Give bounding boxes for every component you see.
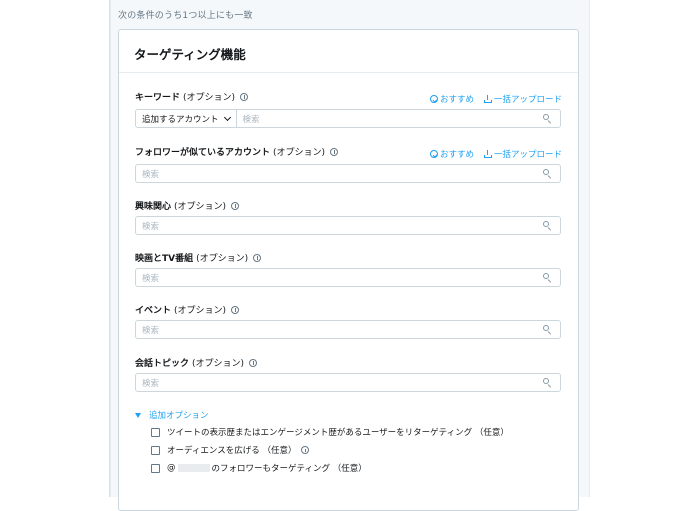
search-placeholder: 検索 <box>142 221 160 232</box>
interests-label: 興味関心 (オプション) <box>135 199 240 212</box>
info-icon[interactable] <box>240 92 249 101</box>
info-icon[interactable] <box>253 253 262 262</box>
search-icon <box>543 273 552 282</box>
info-icon[interactable] <box>231 201 240 210</box>
caret-down-icon <box>135 412 141 418</box>
handle-prefix: @ <box>167 463 176 473</box>
keyword-search-input[interactable]: 検索 <box>243 113 543 125</box>
interests-optional: (オプション) <box>174 202 227 212</box>
retarget-checkbox[interactable] <box>151 427 160 437</box>
follower-targeting-label: のフォロワーもターゲティング （任意） <box>211 464 367 474</box>
card-header: ターゲティング機能 <box>119 30 578 73</box>
events-label-text: イベント <box>135 306 172 316</box>
info-icon[interactable] <box>301 446 310 454</box>
search-icon <box>543 221 552 230</box>
search-icon <box>543 169 552 178</box>
recommend-label: おすすめ <box>439 150 474 160</box>
conversation-topics-search-input[interactable]: 検索 <box>135 373 561 392</box>
follower-actions: おすすめ 一括アップロード <box>429 148 562 160</box>
info-icon[interactable] <box>249 358 258 367</box>
left-divider <box>110 0 111 497</box>
follower-lookalike-optional: (オプション) <box>273 148 326 158</box>
keyword-label-text: キーワード <box>135 93 181 103</box>
info-icon[interactable] <box>330 147 339 156</box>
search-placeholder: 検索 <box>142 378 160 389</box>
right-divider <box>589 0 590 497</box>
conversation-topics-label-text: 会話トピック <box>135 359 190 369</box>
search-placeholder: 検索 <box>142 325 160 336</box>
interests-label-text: 興味関心 <box>135 202 172 212</box>
conversation-topics-optional: (オプション) <box>192 359 245 369</box>
expand-audience-option[interactable]: オーディエンスを広げる （任意） <box>151 444 310 456</box>
keyword-actions: おすすめ 一括アップロード <box>429 93 562 105</box>
search-icon <box>543 114 552 123</box>
keyword-recommend-link[interactable]: おすすめ <box>429 93 474 105</box>
additional-options-toggle[interactable]: 追加オプション <box>135 409 209 421</box>
recommend-icon <box>429 95 438 103</box>
info-icon[interactable] <box>231 305 240 314</box>
events-label: イベント (オプション) <box>135 303 240 316</box>
follower-lookalike-label: フォロワーが似ているアカウント (オプション) <box>135 145 339 158</box>
keyword-input-group: 追加するアカウント 検索 <box>135 109 561 128</box>
search-icon <box>543 378 552 387</box>
condition-text: 次の条件のうち1つ以上にも一致 <box>118 11 253 21</box>
follower-lookalike-label-text: フォロワーが似ているアカウント <box>135 148 271 158</box>
search-placeholder: 検索 <box>142 273 160 284</box>
additional-options-label: 追加オプション <box>149 411 209 421</box>
expand-audience-checkbox[interactable] <box>151 445 160 455</box>
movies-tv-optional: (オプション) <box>196 254 249 264</box>
retarget-label: ツイートの表示歴またはエンゲージメント歴があるユーザーをリターゲティング （任意… <box>167 428 509 438</box>
keyword-bulk-upload-link[interactable]: 一括アップロード <box>483 93 562 105</box>
upload-icon <box>483 150 492 158</box>
upload-icon <box>483 95 492 103</box>
redacted-handle <box>177 464 210 472</box>
follower-targeting-option[interactable]: @ のフォロワーもターゲティング （任意） <box>151 462 367 474</box>
account-select[interactable]: 追加するアカウント <box>136 110 237 127</box>
follower-targeting-checkbox[interactable] <box>151 463 160 473</box>
recommend-label: おすすめ <box>439 95 474 105</box>
keyword-optional: (オプション) <box>183 93 236 103</box>
expand-audience-label: オーディエンスを広げる （任意） <box>167 446 297 456</box>
search-placeholder: 検索 <box>142 169 160 180</box>
conversation-topics-label: 会話トピック (オプション) <box>135 356 258 369</box>
bulk-upload-label: 一括アップロード <box>493 95 562 105</box>
movies-tv-label-text: 映画とTV番組 <box>135 254 194 264</box>
follower-recommend-link[interactable]: おすすめ <box>429 148 474 160</box>
targeting-card: ターゲティング機能 キーワード (オプション) おすすめ 一括アップロード 追加… <box>118 29 579 511</box>
events-search-input[interactable]: 検索 <box>135 320 561 339</box>
keyword-label: キーワード (オプション) <box>135 90 249 103</box>
follower-bulk-upload-link[interactable]: 一括アップロード <box>483 148 562 160</box>
interests-search-input[interactable]: 検索 <box>135 216 561 235</box>
search-icon <box>543 325 552 334</box>
movies-tv-search-input[interactable]: 検索 <box>135 268 561 287</box>
card-title: ターゲティング機能 <box>134 47 246 62</box>
chevron-down-icon <box>223 113 231 121</box>
recommend-icon <box>429 150 438 158</box>
follower-lookalike-search-input[interactable]: 検索 <box>135 164 561 183</box>
account-select-label: 追加するアカウント <box>142 114 219 125</box>
retarget-option[interactable]: ツイートの表示歴またはエンゲージメント歴があるユーザーをリターゲティング （任意… <box>151 426 509 438</box>
events-optional: (オプション) <box>174 306 227 316</box>
bulk-upload-label: 一括アップロード <box>493 150 562 160</box>
movies-tv-label: 映画とTV番組 (オプション) <box>135 251 262 264</box>
